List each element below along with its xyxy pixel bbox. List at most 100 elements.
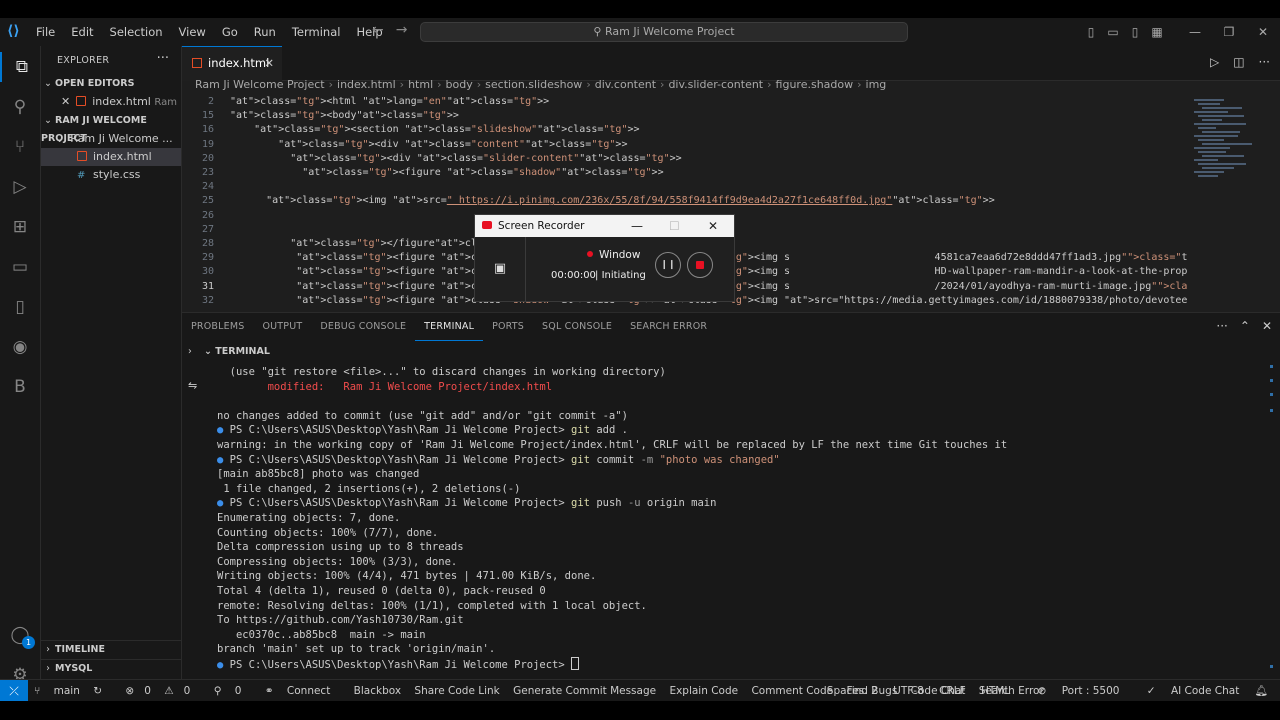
open-editors-section[interactable]: ⌄ OPEN EDITORS — [41, 75, 181, 93]
status-explain-code[interactable]: Explain Code — [669, 685, 738, 697]
explorer-icon[interactable]: ⧉ — [0, 52, 42, 82]
tab-debug-console[interactable]: DEBUG CONSOLE — [311, 313, 415, 341]
language-mode[interactable]: HTML — [981, 685, 1010, 697]
terminal-output[interactable]: (use "git restore <file>..." to discard … — [217, 365, 1267, 677]
timeline-section[interactable]: › TIMELINE — [41, 640, 181, 659]
status-blackbox[interactable]: Blackbox — [354, 685, 401, 697]
blackbox-icon[interactable]: B — [0, 372, 40, 402]
close-window-icon[interactable]: ✕ — [1246, 18, 1280, 46]
database-icon[interactable]: ▯ — [0, 292, 40, 322]
code-line[interactable]: 24 — [182, 180, 1187, 194]
command-center[interactable]: ⚲ Ram Ji Welcome Project — [420, 22, 908, 42]
code-line[interactable]: 25 "at">class="tg"><img "at">src=" https… — [182, 194, 1187, 208]
problems-indicator[interactable]: ⊗ 0 ⚠ 0 — [125, 685, 200, 697]
forward-arrow-icon[interactable]: → — [396, 22, 408, 38]
terminal-line: remote: Resolving deltas: 100% (1/1), co… — [217, 599, 647, 612]
remote-indicator-icon[interactable]: ⤫ — [0, 680, 28, 701]
ai-code-chat[interactable]: ✓ AI Code Chat — [1135, 685, 1240, 697]
terminal-line: branch 'main' set up to track 'origin/ma… — [217, 643, 496, 656]
code-line[interactable]: 2 "at">class="tg"><html "at">lang="en""at… — [182, 95, 1187, 109]
breadcrumb-item[interactable]: img — [866, 78, 887, 91]
chevron-right-icon[interactable]: › — [188, 342, 192, 362]
encoding-setting[interactable]: UTF-8 — [893, 685, 924, 697]
menu-file[interactable]: File — [28, 18, 63, 46]
more-actions-icon[interactable]: ··· — [1216, 319, 1227, 333]
notifications-icon[interactable]: 🔔︎ — [1255, 685, 1268, 697]
menu-go[interactable]: Go — [214, 18, 246, 46]
tab-search-error[interactable]: SEARCH ERROR — [621, 313, 716, 341]
source-control-icon[interactable]: ⑂ — [0, 132, 40, 162]
tab-ports[interactable]: PORTS — [483, 313, 533, 341]
code-line[interactable]: 16 "at">class="tg"><section "at">class="… — [182, 123, 1187, 137]
minimap[interactable] — [1190, 95, 1266, 311]
live-server-port[interactable]: ⊘ Port : 5500 — [1026, 685, 1120, 697]
menu-terminal[interactable]: Terminal — [284, 18, 349, 46]
toggle-secondary-sidebar-icon[interactable]: ▯ — [1124, 18, 1146, 46]
ports-indicator[interactable]: ⚲ 0 — [214, 685, 252, 697]
search-view-icon[interactable]: ⚲ — [0, 92, 40, 122]
branch-indicator[interactable]: ⑂ main ↻ — [34, 685, 112, 697]
back-arrow-icon[interactable]: ← — [372, 22, 384, 38]
open-folder-icon[interactable]: ▣ — [475, 237, 526, 301]
close-icon[interactable]: ✕ — [61, 95, 70, 108]
tab-problems[interactable]: PROBLEMS — [182, 313, 253, 341]
code-text: "at">class="tg"><div "at">class="content… — [278, 138, 628, 150]
file-item-style-css[interactable]: # style.css — [41, 166, 181, 184]
breadcrumb-item[interactable]: figure.shadow — [776, 78, 854, 91]
split-editor-icon[interactable]: ◫ — [1233, 55, 1244, 69]
code-line[interactable]: 15 "at">class="tg"><body"at">class="tg">> — [182, 109, 1187, 123]
eol-setting[interactable]: CRLF — [939, 685, 966, 697]
menu-view[interactable]: View — [171, 18, 214, 46]
minimize-icon[interactable]: — — [631, 215, 643, 237]
indentation-setting[interactable]: Spaces: 2 — [827, 685, 878, 697]
github-icon[interactable]: ◉ — [0, 332, 40, 362]
tab-output[interactable]: OUTPUT — [253, 313, 311, 341]
capture-mode[interactable]: Window — [587, 249, 640, 261]
toggle-panel-icon[interactable]: ▭ — [1102, 18, 1124, 46]
mysql-section[interactable]: › MYSQL — [41, 659, 181, 678]
code-line[interactable]: 23 "at">class="tg"><figure "at">class="s… — [182, 166, 1187, 180]
breadcrumb-item[interactable]: index.html — [337, 78, 396, 91]
code-line[interactable]: 20 "at">class="tg"><div "at">class="slid… — [182, 152, 1187, 166]
breadcrumb-item[interactable]: body — [446, 78, 473, 91]
extensions-icon[interactable]: ⊞ — [0, 212, 40, 242]
status-generate-commit[interactable]: Generate Commit Message — [513, 685, 656, 697]
breadcrumb-item[interactable]: div.slider-content — [668, 78, 763, 91]
toggle-sidebar-icon[interactable]: ▯ — [1080, 18, 1102, 46]
minimize-icon[interactable]: — — [1178, 18, 1212, 46]
folder-item[interactable]: ⌄ Ram Ji Welcome ... — [41, 130, 181, 148]
file-item-index-html[interactable]: index.html — [41, 148, 181, 166]
breadcrumb-item[interactable]: html — [408, 78, 433, 91]
terminal-tools-icon[interactable]: ⇋ — [188, 379, 197, 392]
terminal-scrollbar[interactable] — [1270, 365, 1274, 677]
line-number: 15 — [201, 110, 214, 122]
tab-terminal[interactable]: TERMINAL — [415, 313, 484, 341]
maximize-panel-icon[interactable]: ⌃ — [1240, 319, 1250, 333]
status-share-code-link[interactable]: Share Code Link — [414, 685, 499, 697]
more-actions-icon[interactable]: ··· — [157, 51, 169, 66]
status-connect[interactable]: ⚭ Connect — [265, 685, 341, 697]
open-editor-item[interactable]: ✕ index.html Ram ... — [41, 93, 181, 111]
breadcrumb-item[interactable]: section.slideshow — [485, 78, 582, 91]
run-icon[interactable]: ▷ — [1210, 55, 1219, 69]
breadcrumb-item[interactable]: Ram Ji Welcome Project — [195, 78, 325, 91]
run-debug-icon[interactable]: ▷ — [0, 172, 40, 202]
restore-icon[interactable]: ❐ — [1212, 18, 1246, 46]
menu-run[interactable]: Run — [246, 18, 284, 46]
terminal-line: modified: Ram Ji Welcome Project/index.h… — [217, 380, 553, 393]
scroll-marker — [1270, 365, 1273, 368]
more-actions-icon[interactable]: ··· — [1259, 55, 1270, 69]
menu-selection[interactable]: Selection — [102, 18, 171, 46]
customize-layout-icon[interactable]: ▦ — [1146, 18, 1168, 46]
pause-button[interactable]: ❙❙ — [655, 252, 681, 278]
menu-edit[interactable]: Edit — [63, 18, 101, 46]
stop-button[interactable] — [687, 252, 713, 278]
remote-explorer-icon[interactable]: ▭ — [0, 252, 40, 282]
project-section[interactable]: ⌄ RAM JI WELCOME PROJECT — [41, 112, 181, 144]
breadcrumb-item[interactable]: div.content — [595, 78, 656, 91]
code-line[interactable]: 19 "at">class="tg"><div "at">class="cont… — [182, 138, 1187, 152]
tab-sql-console[interactable]: SQL CONSOLE — [533, 313, 621, 341]
terminal-section[interactable]: ⌄ TERMINAL — [204, 342, 270, 362]
close-icon[interactable]: ✕ — [708, 215, 718, 237]
close-panel-icon[interactable]: ✕ — [1262, 319, 1272, 333]
